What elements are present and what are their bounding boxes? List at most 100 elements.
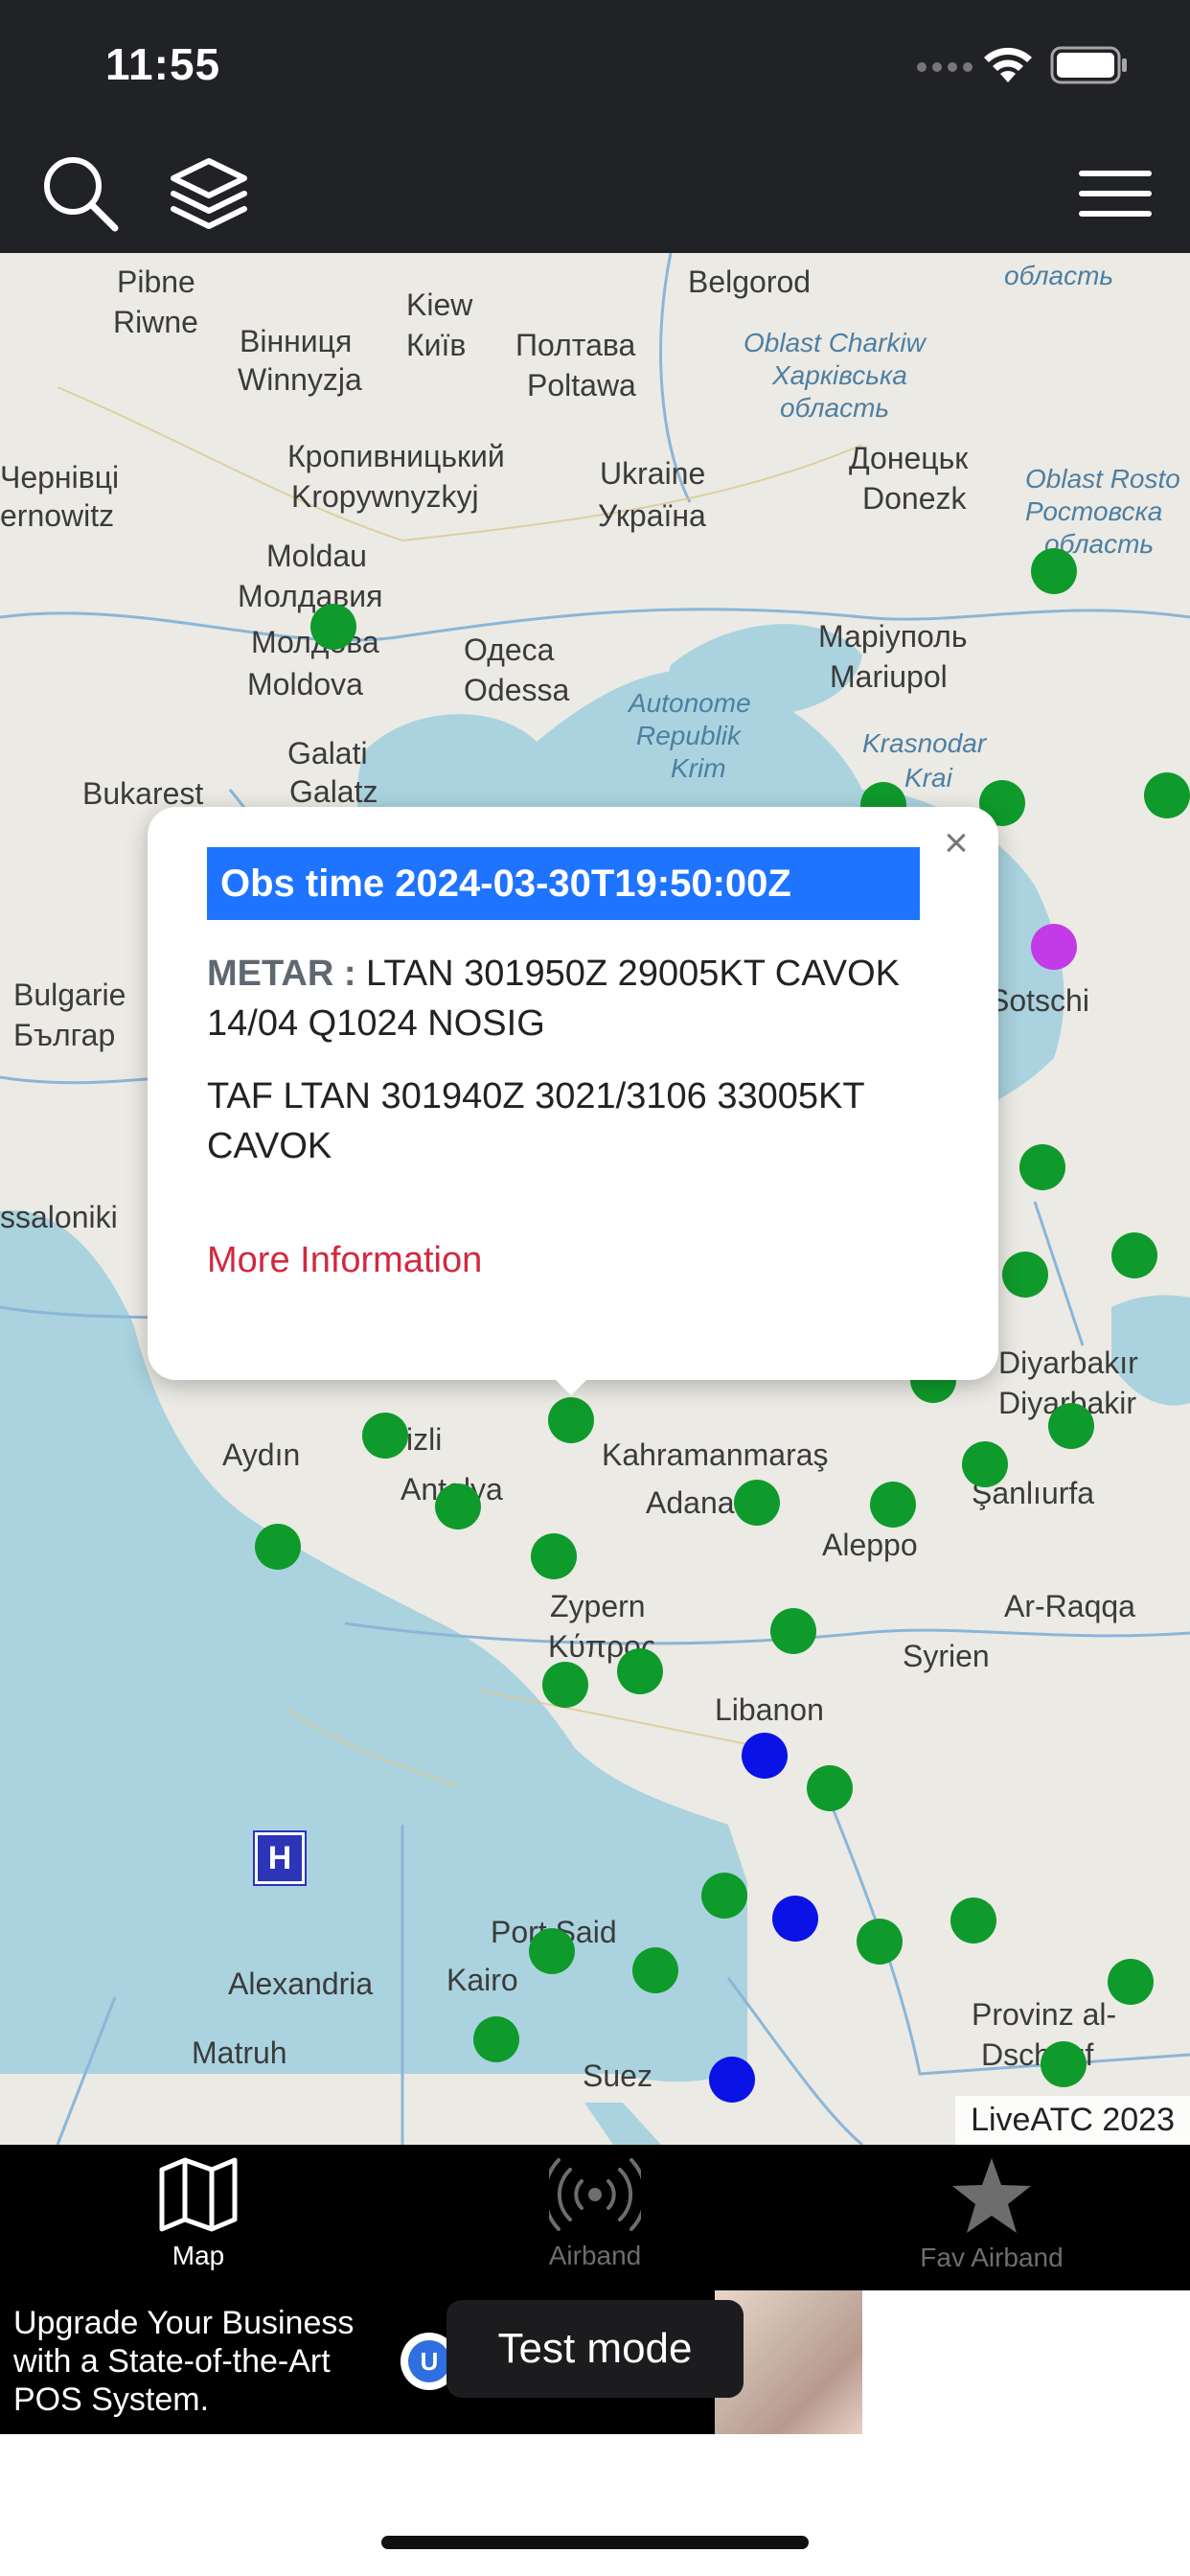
tab-map[interactable]: Map (0, 2145, 397, 2290)
tab-airband[interactable]: Airband (397, 2145, 793, 2290)
airport-marker-green[interactable] (734, 1480, 780, 1526)
map-icon (159, 2157, 238, 2232)
airport-marker-purple[interactable] (1031, 924, 1077, 970)
airport-marker-green[interactable] (529, 1928, 575, 1974)
airport-marker-green[interactable] (857, 1919, 903, 1965)
map-place-label: Донецьк (849, 441, 969, 475)
airport-marker-green[interactable] (1111, 1232, 1157, 1278)
map-place-label: Libanon (715, 1692, 824, 1727)
airport-marker-green[interactable] (548, 1397, 594, 1443)
map-place-label: Alexandria (228, 1966, 374, 2001)
airport-marker-green[interactable] (1002, 1252, 1048, 1298)
map-place-label: Aleppo (822, 1528, 918, 1562)
map-attribution: LiveATC 2023 (955, 2096, 1190, 2145)
heliport-marker[interactable]: H (255, 1832, 305, 1884)
airport-marker-green[interactable] (807, 1765, 853, 1811)
airport-marker-green[interactable] (362, 1413, 408, 1459)
map-region-label: область (1004, 261, 1114, 290)
test-mode-toast: Test mode (446, 2300, 744, 2398)
airport-marker-green[interactable] (255, 1524, 301, 1570)
map-region-label: Oblast Charkiw (744, 328, 926, 357)
search-icon (44, 157, 119, 232)
airport-marker-green[interactable] (1031, 548, 1077, 594)
airport-marker-green[interactable] (1144, 772, 1190, 818)
map-region-label: Oblast Rosto (1025, 464, 1180, 494)
map-region-label: Krim (671, 753, 726, 783)
airport-marker-green[interactable] (1108, 1959, 1154, 2005)
airport-marker-green[interactable] (962, 1441, 1008, 1487)
map-place-label: Маріуполь (818, 619, 968, 654)
map-place-label: Pibne (117, 264, 195, 299)
map-place-label: ernowitz (0, 498, 115, 533)
map-place-label: Diyarbakır (998, 1346, 1138, 1380)
map-place-label: Чернівці (0, 460, 120, 494)
map-place-label: Riwne (113, 305, 198, 339)
tab-map-label: Map (172, 2241, 225, 2270)
search-button[interactable] (34, 148, 126, 240)
tab-fav-airband[interactable]: Fav Airband (793, 2145, 1190, 2290)
map-place-label: Winnyzja (238, 362, 362, 397)
menu-button[interactable] (1071, 157, 1159, 230)
airport-marker-green[interactable] (1041, 2041, 1087, 2087)
tab-airband-label: Airband (548, 2241, 642, 2270)
map-place-label: Одеса (464, 632, 555, 667)
map-place-label: Galati (287, 736, 368, 770)
map-place-label: Молдавия (238, 579, 383, 613)
map-place-label: Україна (598, 498, 706, 533)
map-place-label: Sotschi (989, 983, 1089, 1018)
airport-marker-green[interactable] (435, 1484, 481, 1530)
airport-marker-green[interactable] (531, 1533, 577, 1579)
airport-marker-blue[interactable] (742, 1733, 788, 1779)
obs-time-banner: Obs time 2024-03-30T19:50:00Z (207, 847, 920, 920)
airport-marker-green[interactable] (870, 1482, 916, 1528)
airport-marker-blue[interactable] (709, 2057, 755, 2103)
airport-marker-green[interactable] (770, 1608, 816, 1654)
ad-text: Upgrade Your Business with a State-of-th… (13, 2305, 355, 2418)
home-indicator (381, 2536, 809, 2549)
taf-text: TAF LTAN 301940Z 3021/3106 33005KT CAVOK (207, 1076, 864, 1166)
cellular-signal-icon (917, 62, 973, 72)
airport-marker-green[interactable] (701, 1873, 747, 1919)
map-place-label: Bulgarie (13, 978, 126, 1012)
more-information-link[interactable]: More Information (207, 1240, 482, 1281)
wifi-icon (984, 47, 1032, 82)
map-place-label: Kahramanmaraş (602, 1438, 829, 1472)
map-region-label: Republik (636, 721, 741, 750)
metar-label: METAR : (207, 954, 356, 994)
tab-fav-airband-label: Fav Airband (920, 2242, 1064, 2272)
map-place-label: Вінниця (240, 324, 353, 358)
airport-marker-blue[interactable] (772, 1896, 818, 1942)
map-region-label: Ростовска (1025, 496, 1163, 526)
map-region-label: Харківська (772, 360, 907, 390)
map-place-label: Zypern (550, 1589, 646, 1623)
status-time: 11:55 (105, 39, 221, 89)
airport-marker-green[interactable] (310, 604, 356, 650)
airport-marker-green[interactable] (542, 1662, 588, 1708)
map-place-label: Suez (583, 2058, 652, 2093)
map-place-label: Bukarest (82, 776, 204, 811)
star-icon (952, 2158, 1031, 2233)
close-popup-button[interactable]: × (933, 820, 979, 866)
map-region-label: Krai (904, 763, 952, 793)
map-place-label: Belgorod (688, 264, 812, 299)
map-region-label: Krasnodar (862, 728, 987, 758)
map-place-label: Полтава (515, 328, 636, 362)
map-place-label: Provinz al- (972, 1997, 1117, 2032)
top-toolbar (0, 134, 1190, 253)
airport-marker-green[interactable] (950, 1898, 996, 1944)
airport-marker-green[interactable] (1019, 1144, 1065, 1190)
heliport-symbol: H (267, 1839, 292, 1876)
map-place-label: Київ (406, 328, 467, 362)
layers-button[interactable] (163, 148, 255, 240)
map-place-label: Matruh (192, 2036, 287, 2070)
map-place-label: Aydın (222, 1438, 301, 1472)
airport-marker-green[interactable] (632, 1947, 678, 1993)
map-place-label: Poltawa (527, 368, 636, 402)
airport-marker-green[interactable] (473, 2016, 519, 2062)
map-place-label: Кропивницький (287, 439, 505, 473)
airport-marker-green[interactable] (617, 1648, 663, 1694)
map-place-label: Adana (646, 1485, 735, 1520)
airport-marker-green[interactable] (1048, 1403, 1094, 1449)
map-place-label: Moldova (247, 667, 363, 702)
map-place-label: Syrien (903, 1639, 990, 1673)
